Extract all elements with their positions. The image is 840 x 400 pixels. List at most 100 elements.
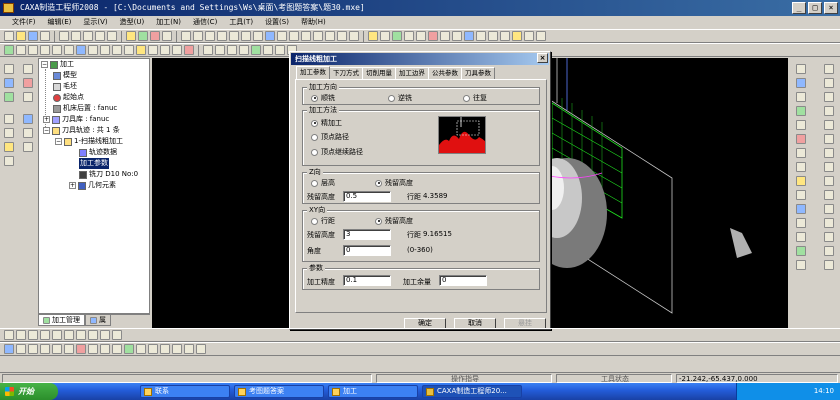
edit-tool-8-icon[interactable]	[88, 344, 98, 354]
curve-tool-3-icon[interactable]	[28, 330, 38, 340]
menu-machining[interactable]: 加工(N)	[150, 16, 187, 29]
fit-icon[interactable]	[349, 31, 359, 41]
edit-tool-17-icon[interactable]	[196, 344, 206, 354]
tree-item-path-data[interactable]: 轨迹数据	[79, 147, 117, 158]
tab-cutting[interactable]: 切削用量	[362, 67, 396, 79]
view-front-icon[interactable]	[193, 31, 203, 41]
allowance-input[interactable]: 0	[439, 275, 487, 286]
split-icon[interactable]	[172, 45, 182, 55]
rt-icon-11[interactable]	[796, 204, 806, 214]
rt-icon-15[interactable]	[796, 260, 806, 270]
curve-fx-icon[interactable]	[824, 176, 834, 186]
rt-icon-1[interactable]	[796, 64, 806, 74]
render-icon[interactable]	[392, 31, 402, 41]
edit-tool-15-icon[interactable]	[172, 344, 182, 354]
highlight-icon[interactable]	[428, 31, 438, 41]
tree-item-tool[interactable]: 铣刀 D10 No:0	[79, 169, 138, 180]
offset-icon[interactable]	[23, 114, 33, 124]
curve-rect-icon[interactable]	[824, 106, 834, 116]
print-icon[interactable]	[40, 31, 50, 41]
sketch-mode-icon[interactable]	[4, 92, 14, 102]
edit-tool-10-icon[interactable]	[112, 344, 122, 354]
point-icon[interactable]	[23, 78, 33, 88]
edit-tool-13-icon[interactable]	[148, 344, 158, 354]
trim-icon[interactable]	[160, 45, 170, 55]
curve-tool-5-icon[interactable]	[52, 330, 62, 340]
zoom-in-icon[interactable]	[301, 31, 311, 41]
cam-roughing-icon[interactable]	[203, 45, 213, 55]
paste-icon[interactable]	[83, 31, 93, 41]
curve-offset-icon[interactable]	[824, 218, 834, 228]
edit-tool-6-icon[interactable]	[64, 344, 74, 354]
scale-icon[interactable]	[184, 45, 194, 55]
revolve-icon[interactable]	[524, 31, 534, 41]
cut-icon[interactable]	[59, 31, 69, 41]
pan-icon[interactable]	[325, 31, 335, 41]
view-iso-icon[interactable]	[229, 31, 239, 41]
wireframe-icon[interactable]	[241, 31, 251, 41]
filter-icon[interactable]	[162, 31, 172, 41]
curve-tool-6-icon[interactable]	[64, 330, 74, 340]
solid-icon[interactable]	[500, 31, 510, 41]
edit-tool-16-icon[interactable]	[184, 344, 194, 354]
menu-tools[interactable]: 工具(T)	[223, 16, 259, 29]
copy-icon[interactable]	[71, 31, 81, 41]
rt-icon-8[interactable]	[796, 162, 806, 172]
curve-spline-icon[interactable]	[824, 134, 834, 144]
curve-intersect-icon[interactable]	[824, 260, 834, 270]
loft-icon[interactable]	[136, 45, 146, 55]
spline-icon[interactable]	[23, 64, 33, 74]
curve-edit-icon[interactable]	[23, 128, 33, 138]
radio-z-residual[interactable]: 残留高度	[375, 178, 413, 188]
rotate-icon[interactable]	[337, 31, 347, 41]
rt-icon-6[interactable]	[796, 134, 806, 144]
tree-item-post[interactable]: 机床后置 : fanuc	[53, 103, 117, 114]
radio-xy-step[interactable]: 行距	[311, 216, 335, 226]
radio-vertex-path[interactable]: 顶点路径	[311, 132, 349, 142]
rt-icon-7[interactable]	[796, 148, 806, 158]
expand-icon[interactable]: +	[43, 116, 50, 123]
rt-icon-14[interactable]	[796, 246, 806, 256]
fillet-icon[interactable]	[40, 45, 50, 55]
edit-tool-4-icon[interactable]	[40, 344, 50, 354]
pick-icon[interactable]	[4, 78, 14, 88]
rib-icon[interactable]	[76, 45, 86, 55]
collapse-icon[interactable]: −	[41, 61, 48, 68]
rt-icon-2[interactable]	[796, 78, 806, 88]
expand-icon[interactable]: +	[69, 182, 76, 189]
cut-extrude-icon[interactable]	[28, 45, 38, 55]
edit-tool-14-icon[interactable]	[160, 344, 170, 354]
toggle-icon[interactable]	[440, 31, 450, 41]
open-file-icon[interactable]	[16, 31, 26, 41]
undo-icon[interactable]	[95, 31, 105, 41]
shell-icon[interactable]	[64, 45, 74, 55]
edit-tool-7-icon[interactable]	[76, 344, 86, 354]
cam-pocket-icon[interactable]	[239, 45, 249, 55]
new-file-icon[interactable]	[4, 31, 14, 41]
tree-item-geometry[interactable]: + 几何元素	[69, 180, 116, 191]
edit-tool-9-icon[interactable]	[100, 344, 110, 354]
menu-communication[interactable]: 通信(C)	[187, 16, 223, 29]
text-icon[interactable]	[23, 92, 33, 102]
minimize-button[interactable]: _	[792, 2, 806, 14]
edit-tool-11-icon[interactable]	[124, 344, 134, 354]
query-icon[interactable]	[380, 31, 390, 41]
radio-zigzag[interactable]: 往复	[463, 93, 487, 103]
curve-tool-4-icon[interactable]	[40, 330, 50, 340]
curve-tool-10-icon[interactable]	[112, 330, 122, 340]
view-left-icon[interactable]	[217, 31, 227, 41]
tree-root[interactable]: − 加工	[41, 59, 74, 70]
edit-tool-12-icon[interactable]	[136, 344, 146, 354]
rt-icon-3[interactable]	[796, 92, 806, 102]
close-button[interactable]: ×	[824, 2, 838, 14]
curve-poly-icon[interactable]	[824, 162, 834, 172]
task-contact[interactable]: 联系	[140, 385, 230, 398]
mirror-icon[interactable]	[124, 45, 134, 55]
radio-climb[interactable]: 顺铣	[311, 93, 335, 103]
surface-icon[interactable]	[488, 31, 498, 41]
curve-circle-icon[interactable]	[824, 92, 834, 102]
rt-icon-10[interactable]	[796, 190, 806, 200]
start-button[interactable]: 开始	[0, 383, 58, 400]
measure-icon[interactable]	[368, 31, 378, 41]
cam-finishing-icon[interactable]	[215, 45, 225, 55]
